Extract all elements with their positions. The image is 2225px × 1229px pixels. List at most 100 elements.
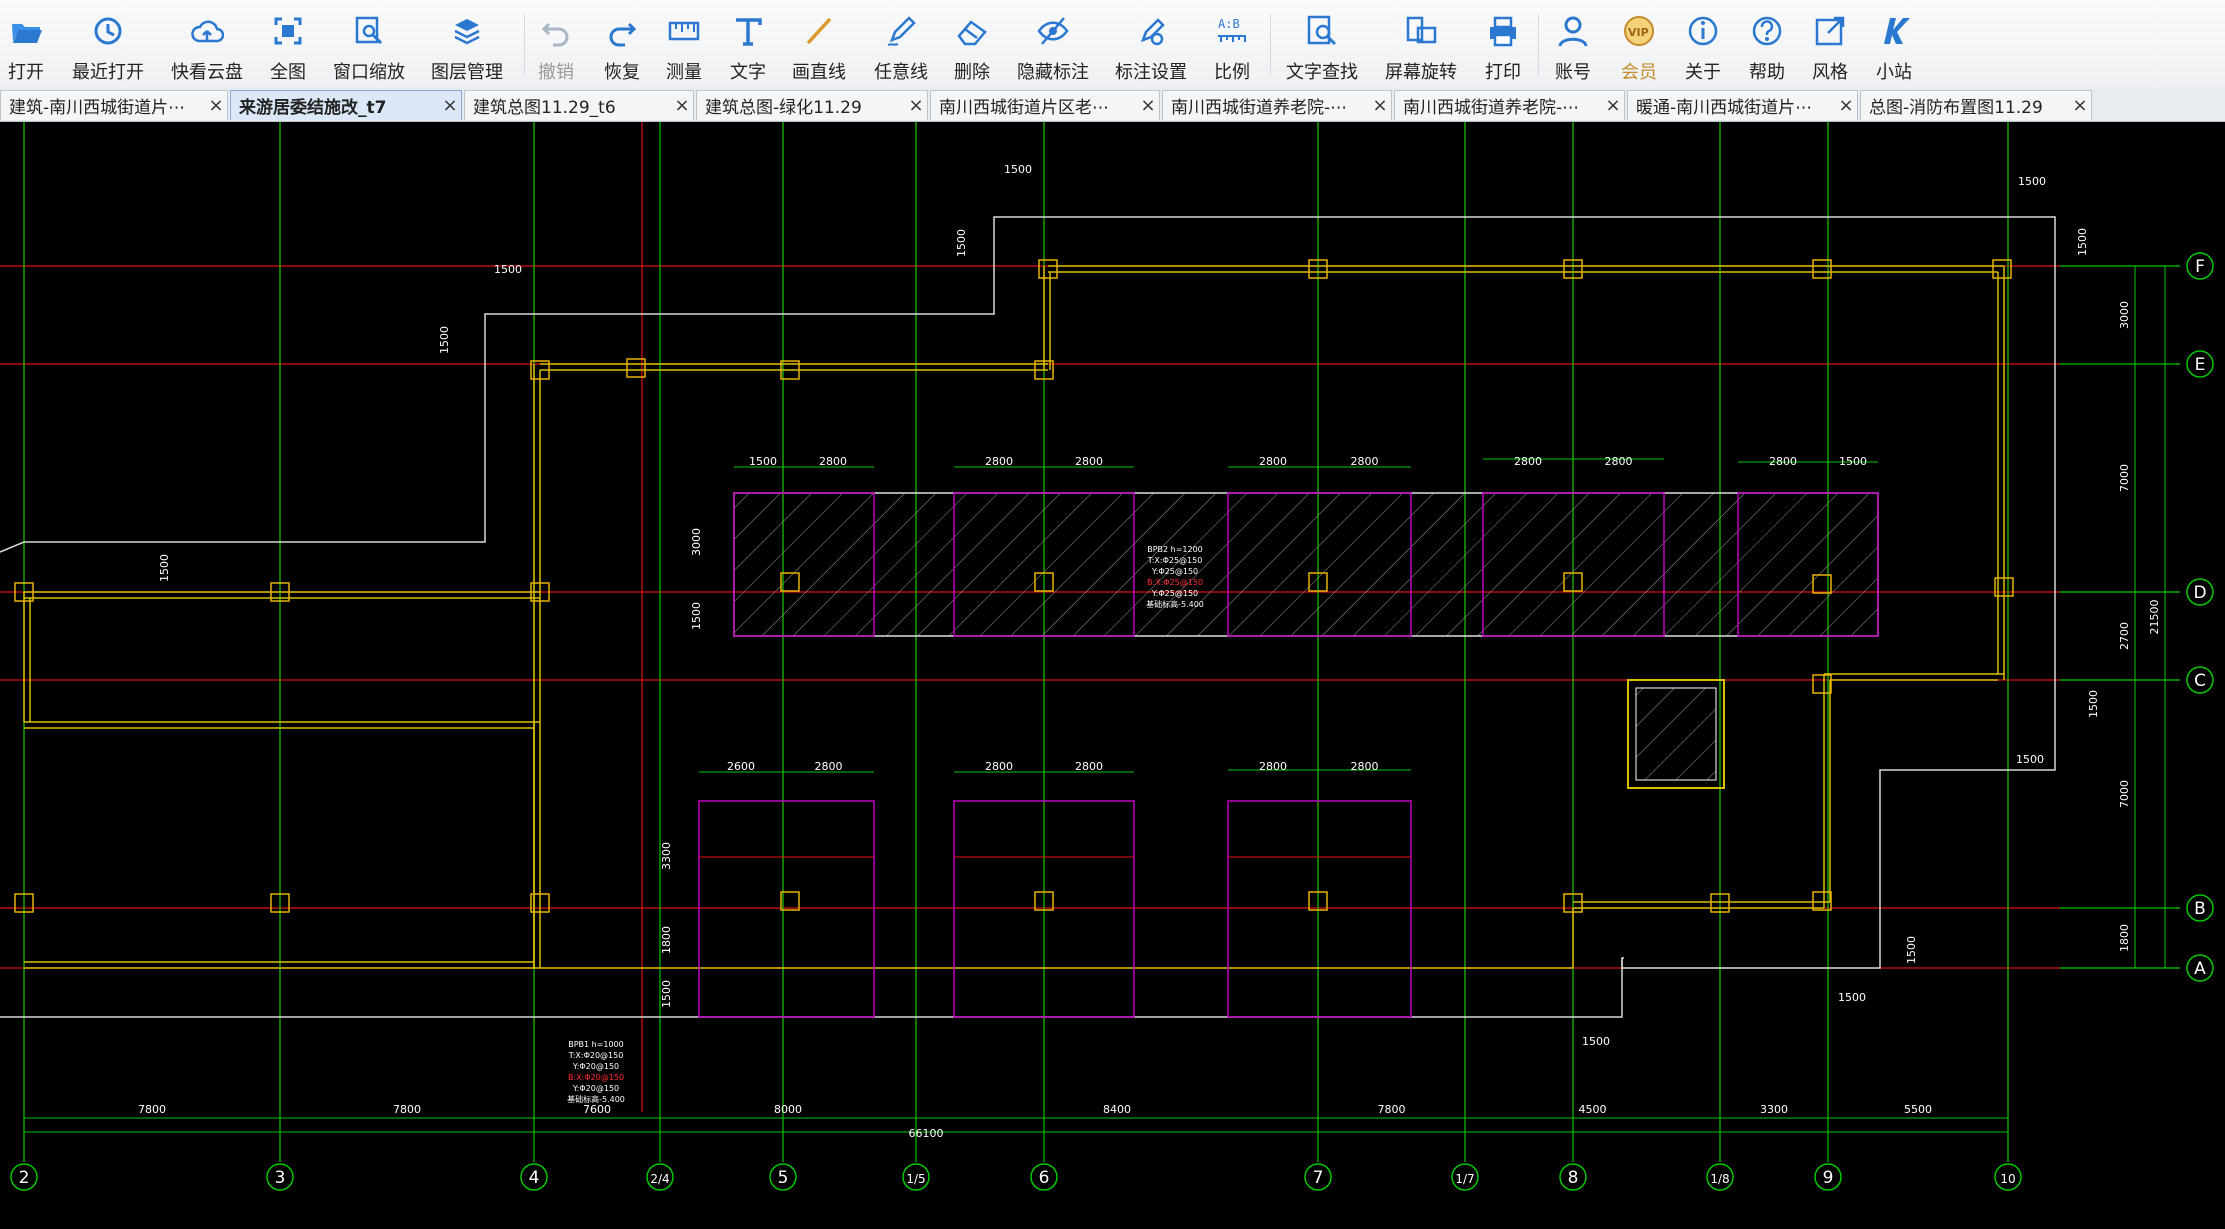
- axis-label: 2/4: [650, 1172, 669, 1186]
- toolbar-button-0[interactable]: 打开: [0, 6, 71, 84]
- axis-label: 2: [19, 1168, 30, 1188]
- document-tab[interactable]: 总图-消防布置图11.29 ×: [1860, 90, 2092, 120]
- dimension-text: 4500: [1579, 1103, 1607, 1116]
- toolbar-separator: [1538, 14, 1539, 76]
- dimension-text: 3000: [2118, 301, 2131, 329]
- tab-close-icon[interactable]: ×: [1835, 95, 1857, 116]
- wall-line: [540, 363, 1048, 371]
- dimension-text: 21500: [2148, 600, 2161, 635]
- dimension-text: 2800: [1351, 760, 1379, 773]
- tab-close-icon[interactable]: ×: [1137, 95, 1159, 116]
- slab-note-line: 基础标高-5.400: [1146, 599, 1204, 609]
- axis-label: 4: [529, 1168, 540, 1188]
- document-tab[interactable]: 建筑总图-绿化11.29 ×: [696, 90, 928, 120]
- axis-label: 8: [1568, 1168, 1579, 1188]
- tab-label: 暖通-南川西城街道片⋯: [1636, 98, 1813, 118]
- tab-label: 南川西城街道片区老⋯: [939, 98, 1109, 118]
- tab-close-icon[interactable]: ×: [905, 95, 927, 116]
- toolbar-button-24[interactable]: 小站: [1849, 6, 1939, 84]
- toolbar-button-12[interactable]: 删除: [927, 6, 1017, 84]
- toolbar-button-label: 任意线: [874, 62, 928, 83]
- text-search-icon: [1305, 6, 1339, 52]
- document-tab[interactable]: 建筑-南川西城街道片⋯ ×: [0, 90, 228, 120]
- dimension-text: 2800: [1259, 760, 1287, 773]
- toolbar-button-label: 图层管理: [431, 62, 503, 83]
- toolbar-button-label: 快看云盘: [171, 62, 243, 83]
- document-tab[interactable]: 来游居委结施改_t7 ×: [230, 90, 462, 120]
- dimension-text: 1500: [2018, 175, 2046, 188]
- pile-cap-lower: [698, 800, 875, 1018]
- dimension-text: 1500: [955, 229, 968, 257]
- axis-label: B: [2194, 899, 2206, 919]
- tab-label: 南川西城街道养老院-⋯: [1403, 98, 1580, 118]
- dimension-text: 2800: [1259, 455, 1287, 468]
- pen-freehand-icon: [884, 6, 918, 52]
- toolbar-button-16[interactable]: 文字查找: [1277, 6, 1367, 84]
- tab-close-icon[interactable]: ×: [205, 95, 227, 116]
- tab-close-icon[interactable]: ×: [439, 95, 461, 116]
- dimension-text: 1500: [690, 602, 703, 630]
- pile-note-line: BPB1 h=1000: [568, 1040, 624, 1049]
- pit-hatch: [1635, 687, 1717, 781]
- document-tab[interactable]: 南川西城街道养老院-⋯ ×: [1394, 90, 1625, 120]
- toolbar-button-14[interactable]: 标注设置: [1106, 6, 1196, 84]
- tab-close-icon[interactable]: ×: [1369, 95, 1391, 116]
- help-question-icon: [1750, 6, 1784, 52]
- dimension-text: 1500: [2087, 690, 2100, 718]
- dimension-text: 2800: [985, 455, 1013, 468]
- slab-note-line: T:X:Φ25@150: [1147, 556, 1203, 565]
- column: [780, 891, 800, 911]
- toolbar-button-label: 测量: [666, 62, 702, 83]
- toolbar-button-15[interactable]: A:B 比例: [1187, 6, 1277, 84]
- folder-open-icon: [9, 6, 43, 52]
- axis-label: 6: [1039, 1168, 1050, 1188]
- document-tab[interactable]: 南川西城街道片区老⋯ ×: [930, 90, 1160, 120]
- axis-label: F: [2195, 257, 2205, 277]
- toolbar-button-2[interactable]: 快看云盘: [162, 6, 252, 84]
- document-tab[interactable]: 暖通-南川西城街道片⋯ ×: [1627, 90, 1858, 120]
- toolbar-button-17[interactable]: 屏幕旋转: [1376, 6, 1466, 84]
- tab-close-icon[interactable]: ×: [671, 95, 693, 116]
- toolbar-button-5[interactable]: 图层管理: [422, 6, 512, 84]
- wall-line: [24, 721, 540, 729]
- pile-note-line: B:X:Φ20@150: [568, 1073, 624, 1082]
- document-tab[interactable]: 南川西城街道养老院-⋯ ×: [1162, 90, 1392, 120]
- toolbar-button-10[interactable]: 画直线: [774, 6, 864, 84]
- wall-line: [533, 364, 541, 968]
- toolbar-button-3[interactable]: 全图: [243, 6, 333, 84]
- scale-ab-icon: A:B: [1215, 6, 1249, 52]
- dimension-text: 1500: [1905, 936, 1918, 964]
- toolbar-button-label: 最近打开: [72, 62, 144, 83]
- dimension-text: 1500: [749, 455, 777, 468]
- toolbar-button-label: 账号: [1555, 62, 1591, 83]
- toolbar-button-label: 文字查找: [1286, 62, 1358, 83]
- svg-text:A:B: A:B: [1218, 17, 1240, 31]
- tab-close-icon[interactable]: ×: [2069, 95, 2091, 116]
- redo-icon: [605, 6, 639, 52]
- printer-icon: [1486, 6, 1520, 52]
- toolbar-button-4[interactable]: 窗口缩放: [324, 6, 414, 84]
- dimension-text: 1500: [1838, 991, 1866, 1004]
- toolbar-button-label: 帮助: [1749, 62, 1785, 83]
- eye-hide-icon: [1036, 6, 1070, 52]
- info-icon: [1686, 6, 1720, 52]
- style-expand-icon: [1813, 6, 1847, 52]
- toolbar-button-13[interactable]: 隐藏标注: [1008, 6, 1098, 84]
- toolbar-button-label: 会员: [1621, 62, 1657, 83]
- cad-drawing-canvas[interactable]: 7800 7800 7600 8000 8400 7800 4500 3300 5500 6610…: [0, 122, 2225, 1229]
- dimension-text: 7800: [393, 1103, 421, 1116]
- pile-note-line: T:X:Φ20@150: [568, 1051, 624, 1060]
- toolbar-button-label: 屏幕旋转: [1385, 62, 1457, 83]
- toolbar-button-label: 标注设置: [1115, 62, 1187, 83]
- tab-close-icon[interactable]: ×: [1602, 95, 1624, 116]
- document-tab-bar: 建筑-南川西城街道片⋯ × 来游居委结施改_t7 × 建筑总图11.29_t6 × 建筑总图…: [0, 88, 2225, 122]
- toolbar-button-1[interactable]: 最近打开: [63, 6, 153, 84]
- column: [1038, 259, 1058, 279]
- toolbar-button-label: 画直线: [792, 62, 846, 83]
- dimension-text: 1500: [1582, 1035, 1610, 1048]
- wall-line: [1048, 265, 2004, 273]
- dimension-text: 2700: [2118, 622, 2131, 650]
- axis-label: A: [2194, 959, 2206, 979]
- document-tab[interactable]: 建筑总图11.29_t6 ×: [464, 90, 694, 120]
- dimension-text: 2800: [1514, 455, 1542, 468]
